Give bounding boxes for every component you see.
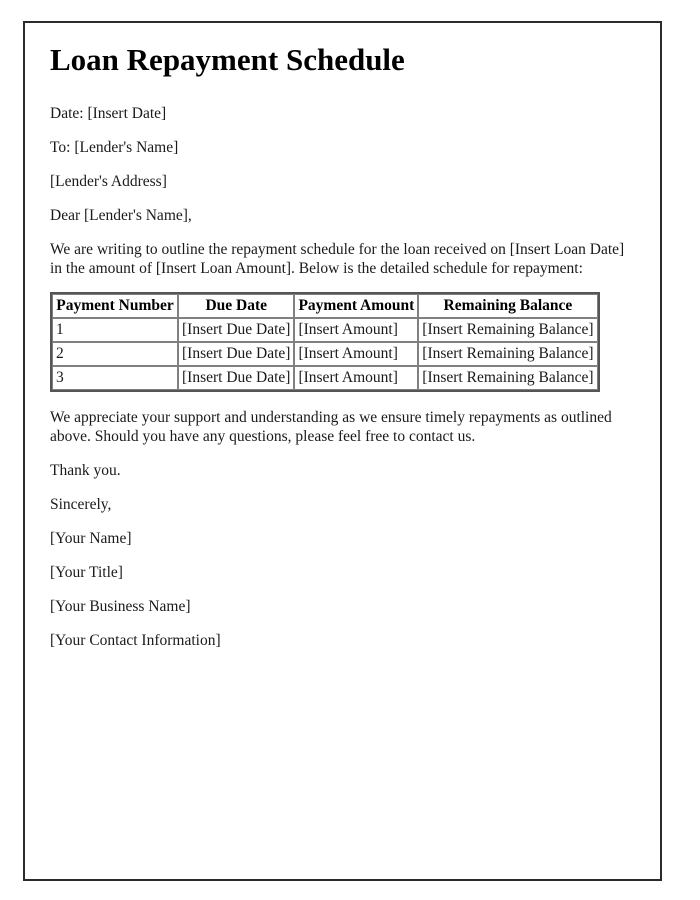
closing-paragraph: We appreciate your support and understan… [50,409,612,445]
signature-contact-information: [Your Contact Information] [50,632,221,649]
cell-remaining-balance: [Insert Remaining Balance] [418,318,598,342]
cell-remaining-balance: [Insert Remaining Balance] [418,342,598,366]
table-row: 1 [Insert Due Date] [Insert Amount] [Ins… [52,318,598,342]
intro-paragraph: We are writing to outline the repayment … [50,241,625,277]
signature-business-name: [Your Business Name] [50,598,191,615]
column-header-payment-amount: Payment Amount [294,294,419,318]
cell-due-date: [Insert Due Date] [178,342,295,366]
document-page: Loan Repayment Schedule Date: [Insert Da… [23,21,662,881]
signature-your-name: [Your Name] [50,530,132,547]
cell-payment-amount: [Insert Amount] [294,318,419,342]
column-header-payment-number: Payment Number [52,294,178,318]
column-header-remaining-balance: Remaining Balance [418,294,598,318]
cell-payment-number: 3 [52,366,178,390]
thanks-line: Thank you. [50,462,121,479]
recipient-name-line: To: [Lender's Name] [50,139,179,156]
salutation: Dear [Lender's Name], [50,207,192,224]
cell-due-date: [Insert Due Date] [178,318,295,342]
signature-your-title: [Your Title] [50,564,123,581]
page-title: Loan Repayment Schedule [50,42,405,77]
cell-remaining-balance: [Insert Remaining Balance] [418,366,598,390]
date-line: Date: [Insert Date] [50,105,167,122]
sign-off-line: Sincerely, [50,496,112,513]
document-body: Loan Repayment Schedule Date: [Insert Da… [50,42,634,650]
repayment-schedule-table: Payment Number Due Date Payment Amount R… [50,292,600,392]
cell-payment-number: 1 [52,318,178,342]
cell-payment-number: 2 [52,342,178,366]
table-row: 2 [Insert Due Date] [Insert Amount] [Ins… [52,342,598,366]
recipient-address-line: [Lender's Address] [50,173,167,190]
cell-payment-amount: [Insert Amount] [294,342,419,366]
cell-payment-amount: [Insert Amount] [294,366,419,390]
table-header-row: Payment Number Due Date Payment Amount R… [52,294,598,318]
cell-due-date: [Insert Due Date] [178,366,295,390]
table-row: 3 [Insert Due Date] [Insert Amount] [Ins… [52,366,598,390]
column-header-due-date: Due Date [178,294,295,318]
